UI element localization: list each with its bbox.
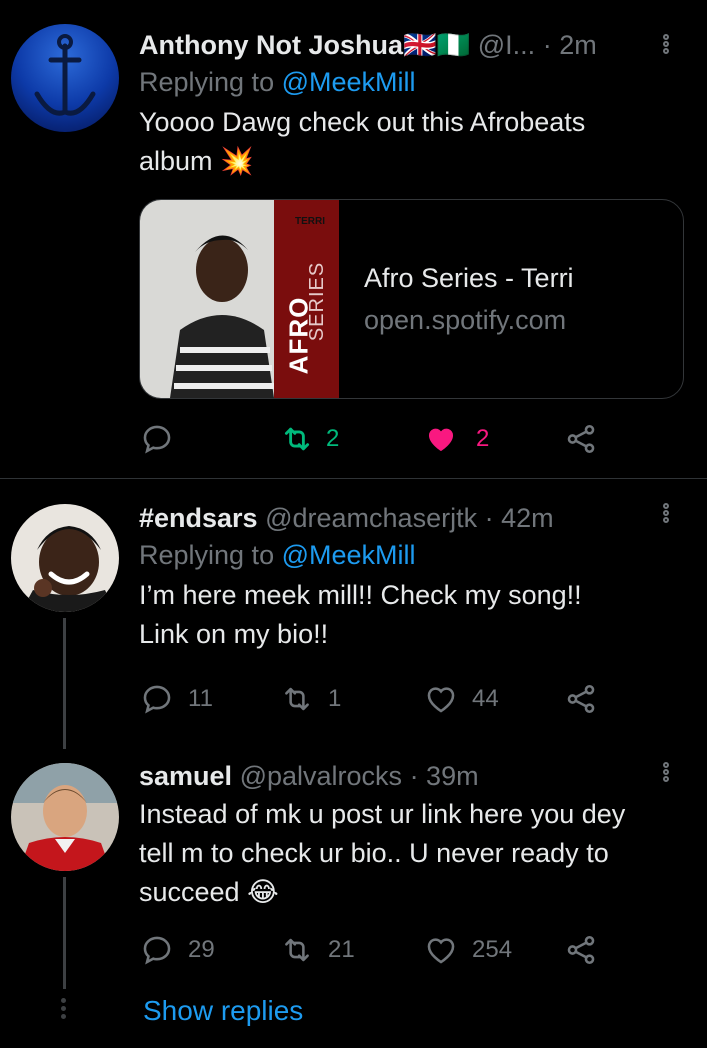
tweet-text: Instead of mk u post ur link here you de…	[139, 799, 626, 907]
retweet-icon	[284, 427, 310, 451]
display-name[interactable]: samuel	[139, 761, 232, 791]
reply-count: 11	[188, 685, 213, 712]
display-name[interactable]: #endsars	[139, 503, 258, 533]
like-count: 44	[472, 685, 499, 712]
tweet-header: Anthony Not Joshua🇬🇧🇳🇬 @I... · 2m	[139, 28, 677, 62]
retweet-button[interactable]: 1	[280, 679, 341, 719]
card-url: open.spotify.com	[364, 305, 567, 335]
tweet-1[interactable]: Anthony Not Joshua🇬🇧🇳🇬 @I... · 2m Replyi…	[0, 0, 707, 478]
share-icon	[567, 684, 595, 714]
more-options-icon[interactable]	[663, 762, 673, 790]
share-button[interactable]	[564, 679, 598, 719]
like-count: 254	[472, 936, 513, 963]
avatar-endsars[interactable]	[11, 504, 119, 612]
reply-icon	[143, 936, 171, 965]
retweet-icon	[285, 687, 309, 711]
art-series-label: SERIES	[306, 261, 329, 342]
retweet-count: 2	[326, 425, 340, 452]
reply-button[interactable]: 29	[140, 930, 215, 970]
like-button[interactable]: 254	[424, 930, 512, 970]
album-art-image: TERRI AFRO SERIES	[140, 200, 339, 398]
avatar-samuel[interactable]	[11, 763, 119, 871]
like-count: 2	[476, 425, 490, 452]
reply-icon	[143, 425, 171, 454]
avatar-anchor[interactable]	[11, 24, 119, 132]
link-card[interactable]: TERRI AFRO SERIES Afro Series - Terri op…	[139, 199, 684, 399]
reply-icon	[143, 685, 171, 714]
share-button[interactable]	[564, 419, 598, 459]
share-button[interactable]	[564, 930, 598, 970]
display-name[interactable]: Anthony Not Joshua	[139, 30, 403, 60]
reply-button[interactable]: 11	[140, 679, 213, 719]
mention-link[interactable]: @MeekMill	[282, 67, 416, 97]
show-replies-link[interactable]: Show replies	[143, 995, 303, 1027]
retweet-count: 1	[328, 685, 342, 712]
handle[interactable]: @palvalrocks	[240, 761, 402, 791]
replying-to: Replying to @MeekMill	[139, 540, 416, 570]
like-button[interactable]: 2	[424, 419, 489, 459]
like-button[interactable]: 44	[424, 679, 499, 719]
thread-connector	[63, 618, 66, 749]
tweet-actions: 29 21 254	[140, 930, 610, 970]
retweet-icon	[285, 938, 309, 962]
timestamp[interactable]: · 39m	[410, 761, 479, 791]
share-icon	[567, 935, 595, 965]
thread-continuation-dots	[61, 998, 69, 1022]
mention-link[interactable]: @MeekMill	[282, 540, 416, 570]
card-title: Afro Series - Terri	[364, 263, 574, 293]
timestamp[interactable]: · 2m	[543, 30, 597, 60]
tweet-header: #endsars @dreamchaserjtk · 42m	[139, 501, 677, 535]
timestamp[interactable]: · 42m	[485, 503, 554, 533]
art-brand-label: TERRI	[295, 216, 325, 227]
more-options-icon[interactable]	[663, 34, 673, 62]
reply-count: 29	[188, 936, 215, 963]
retweet-count: 21	[328, 936, 355, 963]
flag-emojis: 🇬🇧🇳🇬	[403, 30, 471, 60]
heart-icon-filled	[428, 428, 454, 452]
retweet-button[interactable]: 2	[280, 419, 339, 459]
replying-to: Replying to @MeekMill	[139, 67, 416, 97]
tweet-header: samuel @palvalrocks · 39m	[139, 759, 677, 793]
handle[interactable]: @I...	[478, 30, 535, 60]
handle[interactable]: @dreamchaserjtk	[265, 503, 477, 533]
tweet-3[interactable]: samuel @palvalrocks · 39m Instead of mk …	[0, 749, 707, 1048]
reply-button[interactable]	[140, 419, 188, 459]
thread-connector	[63, 877, 66, 989]
retweet-button[interactable]: 21	[280, 930, 355, 970]
tweet-text: Yoooo Dawg check out this Afrobeats albu…	[139, 107, 586, 176]
more-options-icon[interactable]	[663, 503, 673, 531]
heart-icon	[427, 687, 455, 713]
share-icon	[567, 424, 595, 454]
tweet-actions: 2 2	[140, 419, 610, 459]
heart-icon	[427, 938, 455, 964]
tweet-actions: 11 1 44	[140, 679, 610, 719]
tweet-2[interactable]: #endsars @dreamchaserjtk · 42m Replying …	[0, 479, 707, 749]
tweet-text: I’m here meek mill!! Check my song!! Lin…	[139, 580, 582, 649]
